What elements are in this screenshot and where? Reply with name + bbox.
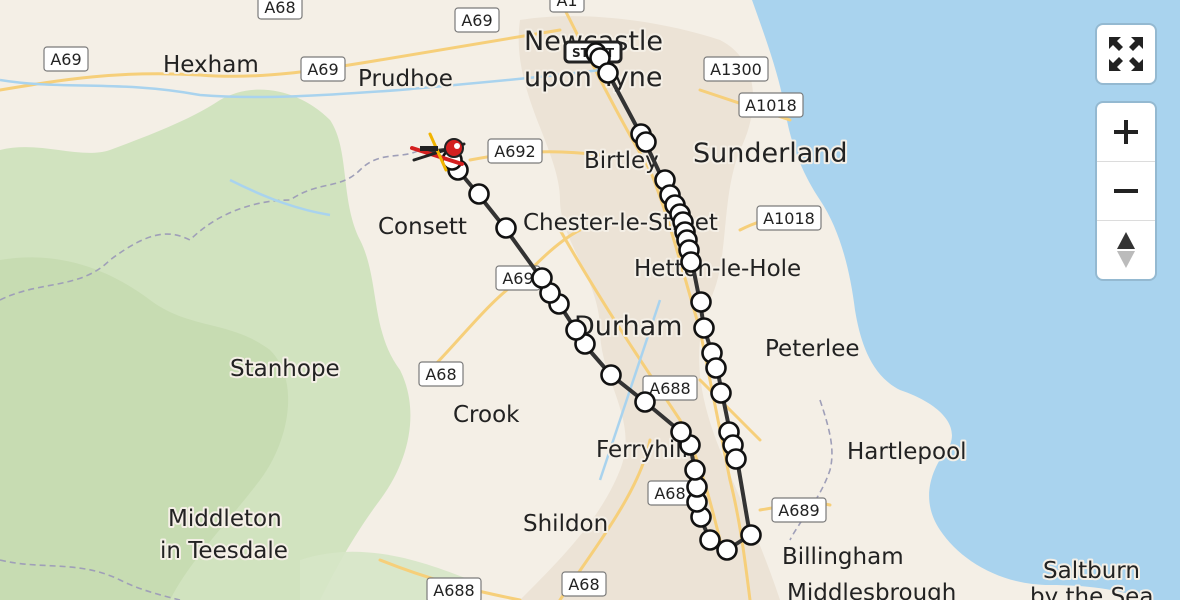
- road-shield-a69-nw: A69: [43, 46, 89, 72]
- route-stop-marker[interactable]: [565, 319, 587, 341]
- road-shield-a69-n: A69: [454, 7, 500, 33]
- road-shield-label: A68: [425, 365, 456, 384]
- place-label-newcastle-2: upon Tyne: [524, 62, 662, 93]
- road-shield-label: A68: [264, 0, 295, 17]
- place-label-consett: Consett: [378, 214, 467, 240]
- route-stop-marker[interactable]: [725, 448, 747, 470]
- route-stop-marker[interactable]: [716, 539, 738, 561]
- route-stop-marker[interactable]: [740, 524, 762, 546]
- map-canvas[interactable]: A68 A69 A69 A69 A1 A1300 A1018 A692 A1018 A69 A68 A…: [0, 0, 1180, 600]
- road-shield-label: A69: [50, 50, 81, 69]
- road-shield-label: A1300: [710, 60, 762, 79]
- place-label-hexham: Hexham: [163, 52, 259, 78]
- road-shield-a68-top: A68: [257, 0, 303, 20]
- route-stop-marker[interactable]: [710, 382, 732, 404]
- road-shield-a1: A1: [549, 0, 585, 13]
- fullscreen-control: [1097, 25, 1155, 83]
- minus-icon: [1114, 189, 1138, 193]
- route-stop-marker[interactable]: [597, 62, 619, 84]
- route-stop-marker[interactable]: [670, 421, 692, 443]
- place-label-middlesbrough: Middlesbrough: [787, 580, 956, 600]
- zoom-out-button[interactable]: [1097, 161, 1155, 220]
- zoom-control: [1097, 103, 1155, 279]
- road-shield-label: A69: [461, 11, 492, 30]
- route-stop-marker[interactable]: [684, 459, 706, 481]
- route-stop-marker[interactable]: [634, 391, 656, 413]
- road-shield-a688-bot: A688: [426, 577, 482, 600]
- road-shield-label: A68: [654, 484, 685, 503]
- place-label-prudhoe: Prudhoe: [358, 66, 453, 92]
- place-label-shildon: Shildon: [523, 511, 608, 537]
- place-label-middleton-1: Middleton: [168, 506, 282, 532]
- road-shield-label: A688: [649, 379, 690, 398]
- road-shield-a1018-n: A1018: [738, 92, 804, 118]
- place-label-hartlepool: Hartlepool: [847, 439, 967, 465]
- route-stop-marker[interactable]: [531, 267, 553, 289]
- road-shield-label: A68: [568, 575, 599, 594]
- route-stop-marker[interactable]: [690, 291, 712, 313]
- road-shield-label: A69: [307, 60, 338, 79]
- plus-icon: [1114, 120, 1138, 144]
- route-stop-marker[interactable]: [699, 529, 721, 551]
- zoom-in-button[interactable]: [1097, 103, 1155, 161]
- fullscreen-icon: [1109, 37, 1143, 71]
- road-shield-a689: A689: [771, 497, 827, 523]
- road-shield-a68-bot: A68: [561, 571, 607, 597]
- road-shield-label: A692: [494, 142, 535, 161]
- place-label-saltburn-1: Saltburn: [1043, 558, 1140, 584]
- route-stop-marker[interactable]: [693, 317, 715, 339]
- road-shield-a1300: A1300: [703, 56, 769, 82]
- compass-icon: [1117, 232, 1135, 268]
- place-label-hetton: Hetton-le-Hole: [634, 256, 801, 282]
- place-label-sunderland: Sunderland: [693, 138, 848, 169]
- compass-button[interactable]: [1097, 220, 1155, 279]
- road-shield-a69-mid: A69: [300, 56, 346, 82]
- road-shield-label: A1: [556, 0, 577, 10]
- road-shield-a68-ferry: A68: [647, 480, 693, 506]
- route-stop-marker[interactable]: [635, 131, 657, 153]
- route-stop-marker[interactable]: [705, 357, 727, 379]
- place-label-ferryhill: Ferryhill: [596, 437, 688, 463]
- road-shield-label: A69: [502, 269, 533, 288]
- route-stop-marker[interactable]: [680, 251, 702, 273]
- place-label-stanhope: Stanhope: [230, 356, 340, 382]
- place-label-billingham: Billingham: [782, 544, 904, 570]
- road-shield-a68-mid: A68: [418, 361, 464, 387]
- fullscreen-button[interactable]: [1097, 25, 1155, 83]
- route-stop-marker[interactable]: [600, 364, 622, 386]
- place-label-saltburn-2: by the Sea: [1030, 584, 1153, 600]
- place-label-peterlee: Peterlee: [765, 336, 860, 362]
- road-shield-label: A689: [778, 501, 819, 520]
- place-label-middleton-2: in Teesdale: [160, 538, 288, 564]
- road-shield-label: A1018: [745, 96, 797, 115]
- place-label-crook: Crook: [453, 402, 520, 428]
- route-stop-marker[interactable]: [468, 183, 490, 205]
- road-shield-label: A1018: [763, 209, 815, 228]
- route-stop-marker[interactable]: [495, 217, 517, 239]
- road-shield-label: A688: [433, 581, 474, 600]
- road-shield-a1018-s: A1018: [756, 205, 822, 231]
- road-shield-a692: A692: [487, 138, 543, 164]
